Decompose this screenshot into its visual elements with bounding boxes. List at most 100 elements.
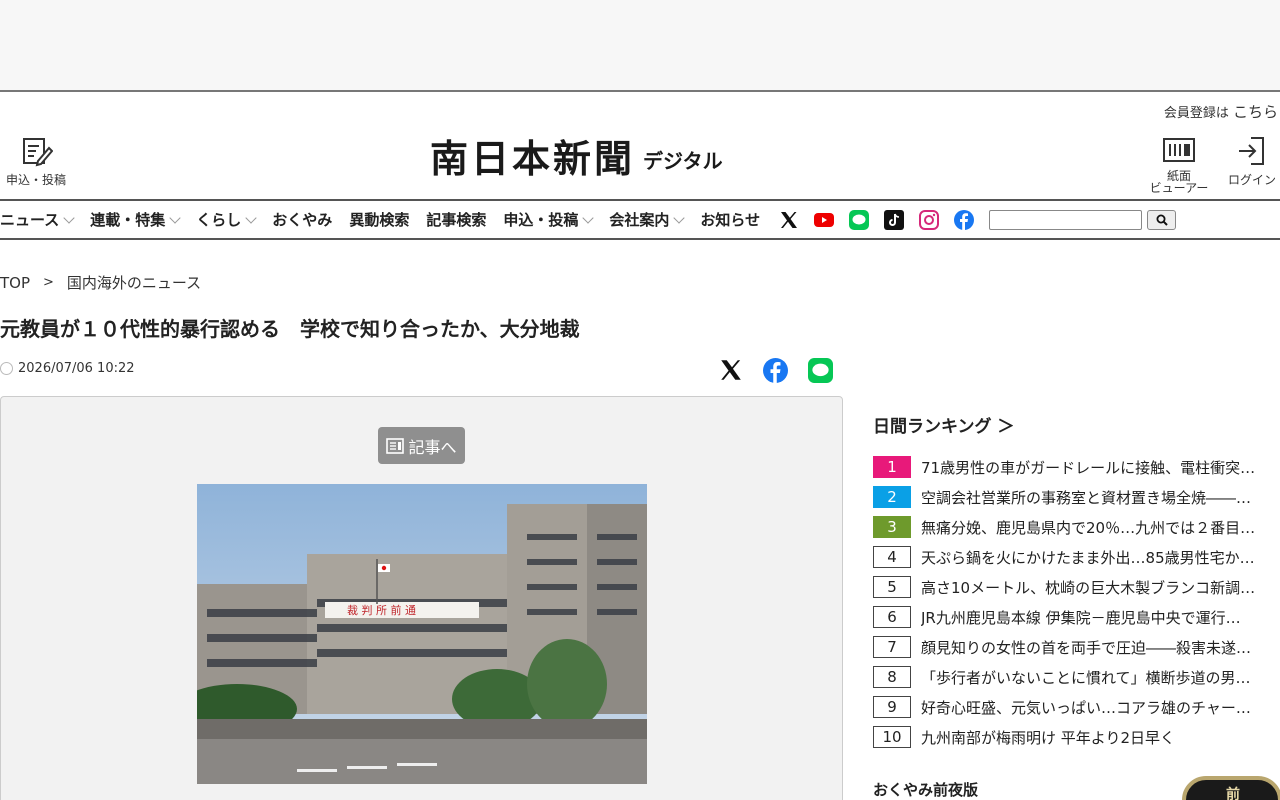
daily-ranking-title[interactable]: 日間ランキング ＞: [873, 412, 1014, 437]
article-date: 2026/07/06 10:22: [0, 361, 135, 376]
ranking-headline: 顔見知りの女性の首を両手で圧迫――殺害未遂…: [921, 638, 1252, 657]
rank-number: 5: [873, 576, 911, 598]
ad-banner-area: [0, 0, 1280, 92]
ranking-item[interactable]: 5 高さ10メートル、枕崎の巨大木製ブランコ新調…: [873, 572, 1278, 602]
photo-banner-text: 裁 判 所 前 通: [347, 603, 416, 617]
ranking-item[interactable]: 9 好奇心旺盛、元気いっぱい…コアラ雄のチャー…: [873, 692, 1278, 722]
rank-number: 8: [873, 666, 911, 688]
share-line-button[interactable]: [808, 358, 833, 383]
line-icon[interactable]: [849, 209, 870, 230]
chevron-down-icon: [673, 211, 686, 224]
nav-apply[interactable]: 申込・投稿: [503, 209, 595, 230]
search-icon: [1156, 214, 1168, 226]
badge-char: 前: [1226, 787, 1240, 800]
breadcrumb: TOP > 国内海外のニュース: [0, 272, 201, 293]
line-icon: [808, 358, 833, 383]
youtube-icon[interactable]: [814, 210, 835, 230]
nav-article-search[interactable]: 記事検索: [426, 209, 486, 230]
nav-life[interactable]: くらし: [196, 209, 257, 230]
nav-company-label: 会社案内: [609, 211, 670, 229]
share-x-button[interactable]: [720, 358, 742, 382]
apply-post-button[interactable]: 申込・投稿: [0, 134, 72, 186]
search-input[interactable]: [989, 209, 1143, 230]
ranking-headline: 高さ10メートル、枕崎の巨大木製ブランコ新調…: [921, 578, 1256, 597]
ranking-item[interactable]: 6 JR九州鹿児島本線 伊集院－鹿児島中央で運行…: [873, 602, 1278, 632]
search-button[interactable]: [1147, 209, 1177, 230]
member-registration: 会員登録は こちら: [1164, 101, 1278, 122]
chevron-down-icon: [245, 211, 257, 224]
rank-number: 3: [873, 516, 911, 538]
logo-text: 南日本新聞: [430, 136, 636, 181]
chevron-down-icon: [582, 211, 595, 224]
main-nav: ニュース 連載・特集 くらし おくやみ 異動検索 記事検索 申込・投稿 会社案内…: [0, 199, 1280, 240]
site-logo[interactable]: 南日本新聞 デジタル: [430, 138, 723, 180]
obituary-eve-badge[interactable]: 前: [1182, 776, 1280, 800]
rank-number: 4: [873, 546, 911, 568]
nav-personnel-search[interactable]: 異動検索: [349, 209, 409, 230]
nav-news-label: ニュース: [0, 211, 60, 229]
ranking-item[interactable]: 8 「歩行者がいないことに慣れて」横断歩道の男…: [873, 662, 1278, 692]
facebook-icon[interactable]: [954, 209, 975, 230]
nav-obituary[interactable]: おくやみ: [272, 209, 332, 230]
nav-article-search-label: 記事検索: [426, 211, 487, 229]
login-label: ログイン: [1227, 173, 1276, 187]
form-edit-icon: [0, 134, 72, 170]
nav-notice[interactable]: お知らせ: [700, 209, 760, 230]
rank-number: 6: [873, 606, 911, 628]
nav-news[interactable]: ニュース: [0, 209, 75, 230]
rank-number: 7: [873, 636, 911, 658]
member-registration-link[interactable]: こちら: [1233, 103, 1278, 121]
rank-number: 2: [873, 486, 911, 508]
nav-life-label: くらし: [196, 211, 242, 229]
breadcrumb-separator: >: [43, 275, 54, 290]
viewer-label-2: ビューアー: [1149, 181, 1209, 195]
rank-number: 9: [873, 696, 911, 718]
ranking-headline: JR九州鹿児島本線 伊集院－鹿児島中央で運行…: [921, 608, 1241, 627]
newspaper-icon: [1143, 136, 1215, 166]
ranking-item[interactable]: 4 天ぷら鍋を火にかけたまま外出…85歳男性宅か…: [873, 542, 1278, 572]
breadcrumb-current[interactable]: 国内海外のニュース: [67, 272, 201, 293]
paper-viewer-button[interactable]: 紙面 ビューアー: [1143, 136, 1215, 194]
instagram-icon[interactable]: [919, 209, 940, 230]
ranking-item[interactable]: 1 71歳男性の車がガードレールに接触、電柱衝突…: [873, 452, 1278, 482]
ranking-headline: 71歳男性の車がガードレールに接触、電柱衝突…: [921, 458, 1256, 477]
member-text: 会員登録は: [1163, 106, 1229, 121]
obituary-eve-title[interactable]: おくやみ前夜版: [873, 779, 978, 800]
article-title: 元教員が１０代性的暴行認める 学校で知り合ったか、大分地裁: [0, 317, 580, 341]
rank-number: 1: [873, 456, 911, 478]
ranking-headline: 天ぷら鍋を火にかけたまま外出…85歳男性宅か…: [921, 548, 1255, 567]
logo-sub: デジタル: [643, 149, 723, 173]
ranking-headline: 「歩行者がいないことに慣れて」横断歩道の男…: [921, 668, 1251, 687]
chevron-down-icon: [169, 211, 181, 224]
nav-company[interactable]: 会社案内: [609, 209, 686, 230]
login-icon: [1222, 134, 1280, 170]
ranking-headline: 好奇心旺盛、元気いっぱい…コアラ雄のチャー…: [921, 698, 1251, 717]
to-article-button[interactable]: 記事へ: [378, 427, 465, 464]
x-icon: [721, 360, 741, 380]
article-date-text: 2026/07/06 10:22: [18, 361, 135, 376]
breadcrumb-top[interactable]: TOP: [0, 274, 30, 292]
ranking-item[interactable]: 7 顔見知りの女性の首を両手で圧迫――殺害未遂…: [873, 632, 1278, 662]
ranking-item[interactable]: 3 無痛分娩、鹿児島県内で20％…九州では２番目…: [873, 512, 1278, 542]
apply-post-label: 申込・投稿: [5, 173, 66, 187]
login-button[interactable]: ログイン: [1222, 134, 1280, 186]
nav-obituary-label: おくやみ: [272, 211, 333, 229]
ranking-headline: 九州南部が梅雨明け 平年より2日早く: [921, 728, 1176, 747]
nav-series-label: 連載・特集: [90, 211, 166, 229]
ranking-headline: 空調会社営業所の事務室と資材置き場全焼――…: [921, 488, 1252, 507]
chevron-down-icon: [63, 211, 75, 224]
nav-notice-label: お知らせ: [700, 211, 761, 229]
nav-series[interactable]: 連載・特集: [90, 209, 181, 230]
nav-personnel-search-label: 異動検索: [349, 211, 410, 229]
ranking-list: 1 71歳男性の車がガードレールに接触、電柱衝突… 2 空調会社営業所の事務室と資材…: [873, 452, 1278, 752]
clock-icon: [0, 362, 13, 375]
ranking-item[interactable]: 10 九州南部が梅雨明け 平年より2日早く: [873, 722, 1278, 752]
article-photo: 裁 判 所 前 通: [197, 484, 647, 784]
ranking-item[interactable]: 2 空調会社営業所の事務室と資材置き場全焼――…: [873, 482, 1278, 512]
share-facebook-button[interactable]: [763, 358, 788, 383]
newspaper-icon: [386, 437, 405, 454]
x-icon[interactable]: [779, 210, 799, 230]
tiktok-icon[interactable]: [884, 209, 905, 230]
nav-apply-label: 申込・投稿: [503, 211, 579, 229]
social-links: [779, 209, 989, 230]
